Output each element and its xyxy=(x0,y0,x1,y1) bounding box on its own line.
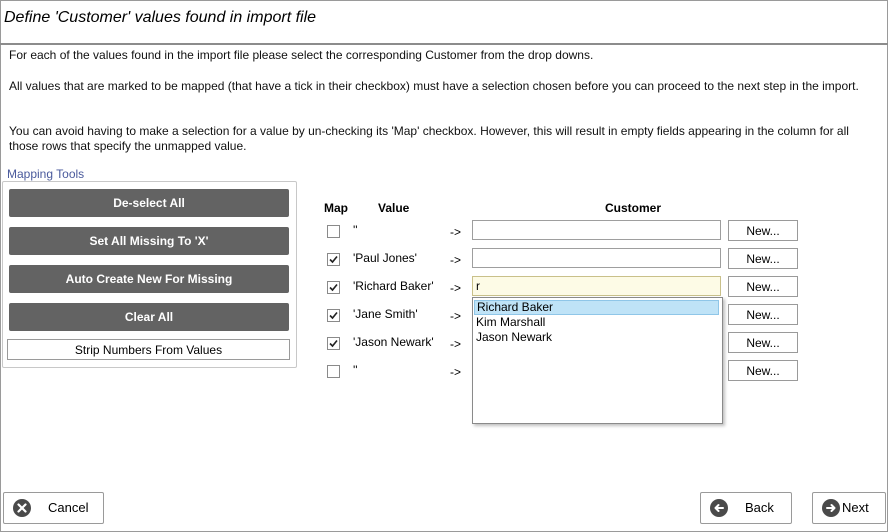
page-title: Define 'Customer' values found in import… xyxy=(4,9,317,26)
map-checkbox[interactable] xyxy=(327,309,340,322)
map-checkbox[interactable] xyxy=(327,225,340,238)
dropdown-option[interactable]: Richard Baker xyxy=(474,300,719,315)
cancel-button[interactable]: Cancel xyxy=(3,492,104,524)
checkmark-icon xyxy=(329,283,338,292)
next-button[interactable]: Next xyxy=(812,492,886,524)
instruction-2: All values that are marked to be mapped … xyxy=(9,79,859,93)
customer-dropdown-list[interactable]: Richard Baker Kim Marshall Jason Newark xyxy=(472,297,723,424)
next-label: Next xyxy=(842,500,869,515)
map-column-header: Map xyxy=(324,201,348,215)
mapping-row: 'Jason Newark' -> New... xyxy=(0,331,888,355)
map-checkbox[interactable] xyxy=(327,365,340,378)
import-value: '' xyxy=(353,363,358,377)
customer-combobox[interactable] xyxy=(472,220,721,240)
mapping-tools-legend: Mapping Tools xyxy=(6,167,86,181)
import-value: 'Paul Jones' xyxy=(353,251,417,265)
checkmark-icon xyxy=(329,339,338,348)
deselect-all-button[interactable]: De-select All xyxy=(9,189,289,217)
import-value: '' xyxy=(353,223,358,237)
import-value: 'Jane Smith' xyxy=(353,307,418,321)
new-customer-button[interactable]: New... xyxy=(728,220,798,241)
customer-column-header: Customer xyxy=(605,201,662,215)
next-arrow-icon xyxy=(822,499,840,517)
cancel-label: Cancel xyxy=(48,500,89,515)
mapping-row: 'Richard Baker' -> r New... xyxy=(0,275,888,299)
back-arrow-icon xyxy=(710,499,728,517)
back-label: Back xyxy=(745,500,774,515)
mapping-row: 'Paul Jones' -> New... xyxy=(0,247,888,271)
customer-combobox-text: r xyxy=(476,279,480,293)
new-customer-button[interactable]: New... xyxy=(728,360,798,381)
customer-combobox[interactable] xyxy=(472,248,721,268)
value-column-header: Value xyxy=(378,201,410,215)
mapping-arrow: -> xyxy=(450,225,462,239)
map-checkbox[interactable] xyxy=(327,253,340,266)
new-customer-button[interactable]: New... xyxy=(728,304,798,325)
mapping-arrow: -> xyxy=(450,309,462,323)
title-divider xyxy=(0,43,888,45)
mapping-arrow: -> xyxy=(450,365,462,379)
import-value: 'Jason Newark' xyxy=(353,335,434,349)
new-customer-button[interactable]: New... xyxy=(728,332,798,353)
map-checkbox[interactable] xyxy=(327,281,340,294)
import-value: 'Richard Baker' xyxy=(353,279,434,293)
mapping-arrow: -> xyxy=(450,253,462,267)
checkmark-icon xyxy=(329,255,338,264)
customer-combobox[interactable]: r xyxy=(472,276,721,296)
back-button[interactable]: Back xyxy=(700,492,792,524)
cancel-icon xyxy=(13,499,31,517)
instruction-3: You can avoid having to make a selection… xyxy=(9,124,849,153)
instruction-1: For each of the values found in the impo… xyxy=(9,48,594,62)
mapping-arrow: -> xyxy=(450,281,462,295)
new-customer-button[interactable]: New... xyxy=(728,276,798,297)
checkmark-icon xyxy=(329,311,338,320)
mapping-arrow: -> xyxy=(450,337,462,351)
mapping-row: '' -> New... xyxy=(0,219,888,243)
dropdown-option[interactable]: Jason Newark xyxy=(474,330,719,345)
new-customer-button[interactable]: New... xyxy=(728,248,798,269)
map-checkbox[interactable] xyxy=(327,337,340,350)
mapping-row: '' -> New... xyxy=(0,359,888,383)
mapping-row: 'Jane Smith' -> New... xyxy=(0,303,888,327)
dropdown-option[interactable]: Kim Marshall xyxy=(474,315,719,330)
